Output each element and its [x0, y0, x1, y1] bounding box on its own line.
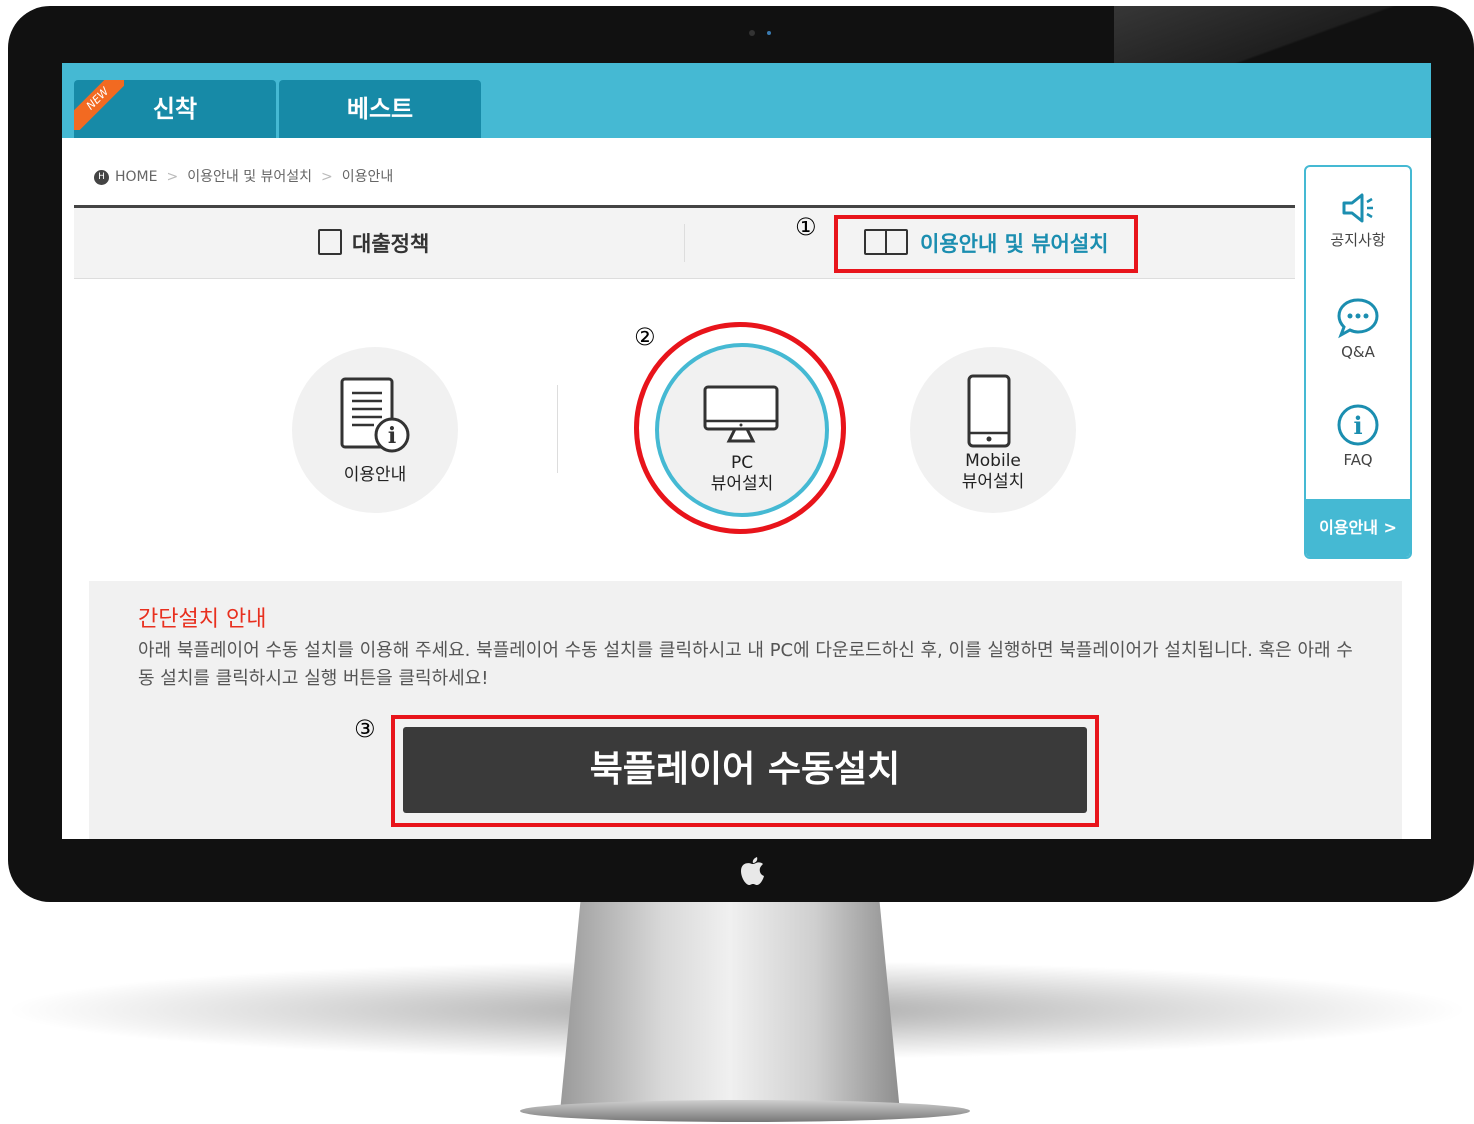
new-badge-label: NEW — [74, 80, 124, 130]
tab-loan-policy-label: 대출정책 — [352, 232, 430, 256]
usage-guide-label: 이용안내 — [343, 465, 407, 485]
mobile-option-line1: Mobile — [965, 451, 1021, 471]
breadcrumb-guide-install[interactable]: 이용안내 및 뷰어설치 — [187, 169, 312, 185]
usage-guide-option[interactable]: i 이용안내 — [292, 347, 458, 513]
apple-logo-svg — [741, 857, 764, 885]
breadcrumb: H HOME > 이용안내 및 뷰어설치 > 이용안내 — [94, 166, 393, 186]
install-guide-panel: 간단설치 안내 아래 북플레이어 수동 설치를 이용해 주세요. 북플레이어 수… — [89, 581, 1402, 839]
home-icon: H — [94, 169, 109, 185]
top-nav-bar: 신착 NEW 베스트 — [62, 63, 1431, 138]
info-circle-icon: i — [1337, 404, 1379, 446]
megaphone-icon — [1342, 193, 1373, 223]
qna-link[interactable]: Q&A — [1306, 297, 1410, 361]
annotation-1: ① — [795, 213, 817, 241]
usage-guide-button[interactable]: 이용안내 > — [1306, 499, 1410, 557]
notice-link[interactable]: 공지사항 — [1306, 191, 1410, 250]
tab-divider — [684, 224, 685, 262]
breadcrumb-current: 이용안내 — [341, 169, 394, 185]
mobile-viewer-install-option[interactable]: Mobile 뷰어설치 — [910, 347, 1076, 513]
chat-bubble-icon — [1337, 298, 1379, 339]
new-badge: NEW — [74, 80, 124, 130]
chevron-right-icon: > — [321, 169, 333, 185]
tab-best[interactable]: 베스트 — [279, 80, 481, 138]
faq-label: FAQ — [1343, 451, 1373, 469]
annotation-3: ③ — [354, 715, 376, 743]
screen: 신착 NEW 베스트 H HOME > 이용안내 및 뷰어설치 > 이용안내 대출정책 이… — [62, 63, 1431, 839]
monitor-stand-base — [520, 1100, 970, 1122]
install-guide-title: 간단설치 안내 — [138, 607, 267, 632]
smartphone-icon — [967, 374, 1011, 448]
tab-new-arrivals-label: 신착 — [152, 95, 198, 123]
chevron-right-icon: > — [166, 169, 179, 185]
breadcrumb-home[interactable]: HOME — [115, 169, 157, 185]
notice-label: 공지사항 — [1330, 231, 1386, 249]
tab-best-label: 베스트 — [346, 95, 414, 123]
svg-text:i: i — [1353, 411, 1362, 440]
apple-logo-icon — [736, 854, 768, 886]
camera-light — [767, 31, 771, 35]
annotation-2: ② — [634, 323, 656, 351]
option-divider — [557, 385, 558, 473]
document-info-icon: i — [340, 377, 410, 453]
qna-label: Q&A — [1341, 343, 1375, 361]
mobile-option-line2: 뷰어설치 — [961, 472, 1025, 492]
faq-link[interactable]: i FAQ — [1306, 403, 1410, 469]
highlight-box-3 — [391, 715, 1099, 827]
camera-icon — [749, 30, 755, 36]
tab-loan-policy[interactable]: 대출정책 — [318, 228, 429, 258]
document-check-icon — [318, 229, 342, 255]
highlight-box-1 — [834, 215, 1138, 273]
install-guide-text: 아래 북플레이어 수동 설치를 이용해 주세요. 북플레이어 수동 설치를 클릭… — [138, 640, 1353, 689]
highlight-circle-2 — [634, 322, 846, 534]
quick-menu-panel: 공지사항 Q&A i FAQ 이용안내 > — [1304, 165, 1412, 559]
monitor-stand — [560, 902, 900, 1112]
svg-text:i: i — [388, 423, 396, 449]
